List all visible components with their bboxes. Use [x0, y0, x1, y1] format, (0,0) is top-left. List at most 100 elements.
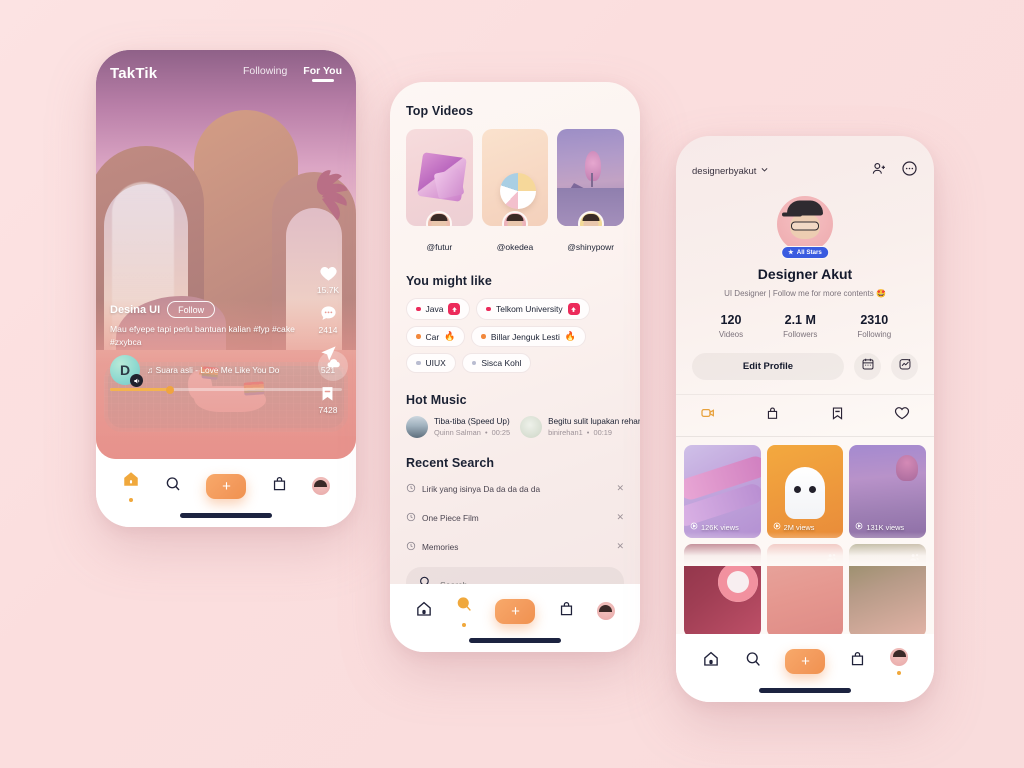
tag-chip[interactable]: Car 🔥	[406, 326, 466, 347]
music-avatar: D	[110, 355, 143, 387]
profile-header-actions	[871, 160, 918, 182]
nav-inbox[interactable]	[271, 475, 288, 498]
music-title: ♫ Suara asli - Love Me Like You Do	[147, 365, 280, 375]
tag-chip[interactable]: Billar Jenguk Lesti 🔥	[471, 326, 587, 347]
plus-icon[interactable]: +	[495, 598, 536, 624]
fire-icon: 🔥	[564, 331, 577, 341]
add-user-icon[interactable]	[871, 161, 887, 182]
tag-chip[interactable]: UIUX	[406, 353, 456, 373]
nav-home[interactable]	[122, 470, 140, 502]
profile-avatar-icon	[596, 602, 615, 620]
palm-tree-icon	[298, 167, 350, 250]
analytics-button[interactable]	[891, 353, 918, 380]
stat-videos[interactable]: 120 Videos	[719, 313, 743, 339]
follow-button[interactable]: Follow	[167, 301, 216, 319]
video-player[interactable]: TakTik Following For You 15.7K 2414 521 …	[96, 50, 356, 459]
video-progress-bar[interactable]	[110, 385, 342, 394]
profile-bio: UI Designer | Follow me for more content…	[724, 289, 886, 298]
nav-profile[interactable]	[596, 602, 615, 620]
stat-following[interactable]: 2310 Following	[857, 313, 891, 339]
tab-following[interactable]: Following	[243, 65, 287, 82]
music-duration: 00:25	[491, 428, 511, 437]
nav-search[interactable]	[164, 475, 182, 498]
nav-profile[interactable]	[311, 477, 330, 495]
video-music-row[interactable]: D ♫ Suara asli - Love Me Like You Do	[110, 355, 300, 387]
comment-count: 2414	[318, 325, 338, 335]
plus-icon[interactable]: +	[206, 473, 247, 499]
view-count: 2M views	[773, 522, 814, 532]
heart-icon	[894, 405, 910, 426]
video-grid-cell[interactable]: 2M views	[766, 445, 844, 538]
more-options-icon[interactable]	[901, 160, 918, 182]
top-video-handle: @futur	[426, 242, 453, 252]
feed-topbar: TakTik Following For You	[96, 50, 356, 96]
top-video-handle: @okedea	[496, 242, 534, 252]
you-might-like-title: You might like	[406, 274, 492, 288]
edit-profile-button[interactable]: Edit Profile	[692, 353, 844, 380]
music-item[interactable]: Tiba-tiba (Speed Up) Quinn Salman • 00:2…	[406, 416, 510, 438]
top-video-card[interactable]: @futur	[406, 129, 473, 252]
comment-button[interactable]: 2414	[319, 304, 338, 335]
list-item[interactable]: Lirik yang isinya Da da da da da ✕	[406, 474, 624, 503]
close-icon[interactable]: ✕	[616, 483, 624, 494]
stat-label: Followers	[783, 330, 818, 339]
nav-inbox[interactable]	[558, 600, 575, 623]
tag-chip[interactable]: Telkom University	[476, 298, 590, 320]
music-cover	[520, 416, 543, 438]
stat-followers[interactable]: 2.1 M Followers	[783, 313, 817, 339]
top-video-card[interactable]: @shinypowr	[557, 129, 625, 252]
nav-search[interactable]	[455, 595, 473, 627]
avatar[interactable]: ★ All Stars	[777, 196, 833, 259]
tab-liked[interactable]	[870, 395, 935, 436]
nav-profile[interactable]	[890, 647, 909, 675]
inbox-icon	[271, 475, 288, 498]
profile-stats: 120 Videos 2.1 M Followers 2310 Followin…	[676, 313, 934, 339]
calendar-icon	[861, 357, 875, 376]
close-icon[interactable]: ✕	[616, 541, 624, 552]
tab-saved[interactable]	[805, 395, 870, 436]
video-grid-cell[interactable]: 131K views	[849, 445, 926, 538]
calendar-button[interactable]	[854, 353, 881, 380]
tab-for-you[interactable]: For You	[303, 65, 342, 82]
analytics-icon	[898, 357, 912, 376]
phone-profile-screen: designerbyakut ★ All Stars Designer Akut…	[676, 136, 934, 702]
discover-content: Top Videos @futur @okedea @shinypowr You…	[390, 82, 640, 602]
stat-value: 120	[720, 313, 742, 327]
top-video-handle: @shinypowr	[567, 242, 615, 252]
nav-search[interactable]	[744, 650, 762, 673]
badge-label: All Stars	[796, 249, 822, 256]
close-icon[interactable]: ✕	[616, 512, 624, 523]
tab-videos[interactable]	[676, 395, 741, 436]
plus-icon[interactable]: +	[785, 648, 826, 674]
nav-create[interactable]: +	[495, 598, 536, 624]
nav-active-dot	[129, 498, 134, 502]
clock-icon	[406, 509, 416, 527]
top-video-card[interactable]: @okedea	[481, 129, 549, 252]
nav-home[interactable]	[415, 600, 433, 623]
view-count: 131K views	[855, 522, 904, 532]
nav-home[interactable]	[702, 650, 720, 673]
star-icon: ★	[788, 249, 794, 256]
app-brand: TakTik	[110, 64, 158, 82]
tag-label: UIUX	[425, 358, 446, 368]
account-switcher[interactable]: designerbyakut	[692, 165, 769, 177]
nav-inbox[interactable]	[849, 650, 866, 673]
music-avatar-initial: D	[119, 362, 131, 378]
music-item[interactable]: Begitu sulit lupakan rehan binirehan1 • …	[520, 416, 640, 438]
list-item[interactable]: Memories ✕	[406, 532, 624, 561]
progress-knob[interactable]	[166, 385, 175, 394]
view-count-label: 131K views	[866, 522, 905, 532]
nav-create[interactable]: +	[785, 648, 826, 674]
upload-cloud-button[interactable]	[318, 351, 348, 381]
video-grid-cell[interactable]: 126K views	[684, 445, 761, 538]
tag-chip[interactable]: Sisca Kohl	[461, 353, 532, 373]
nav-create[interactable]: +	[206, 473, 247, 499]
tab-private[interactable]	[741, 395, 806, 436]
hot-music-title: Hot Music	[406, 393, 467, 407]
list-item[interactable]: One Piece Film ✕	[406, 503, 624, 532]
profile-content: designerbyakut ★ All Stars Designer Akut…	[676, 136, 934, 634]
tag-chip[interactable]: Java	[406, 298, 471, 320]
video-username[interactable]: Desina UI	[110, 304, 160, 316]
arrow-up-badge-icon	[448, 303, 461, 315]
like-button[interactable]: 15.7K	[317, 264, 339, 295]
